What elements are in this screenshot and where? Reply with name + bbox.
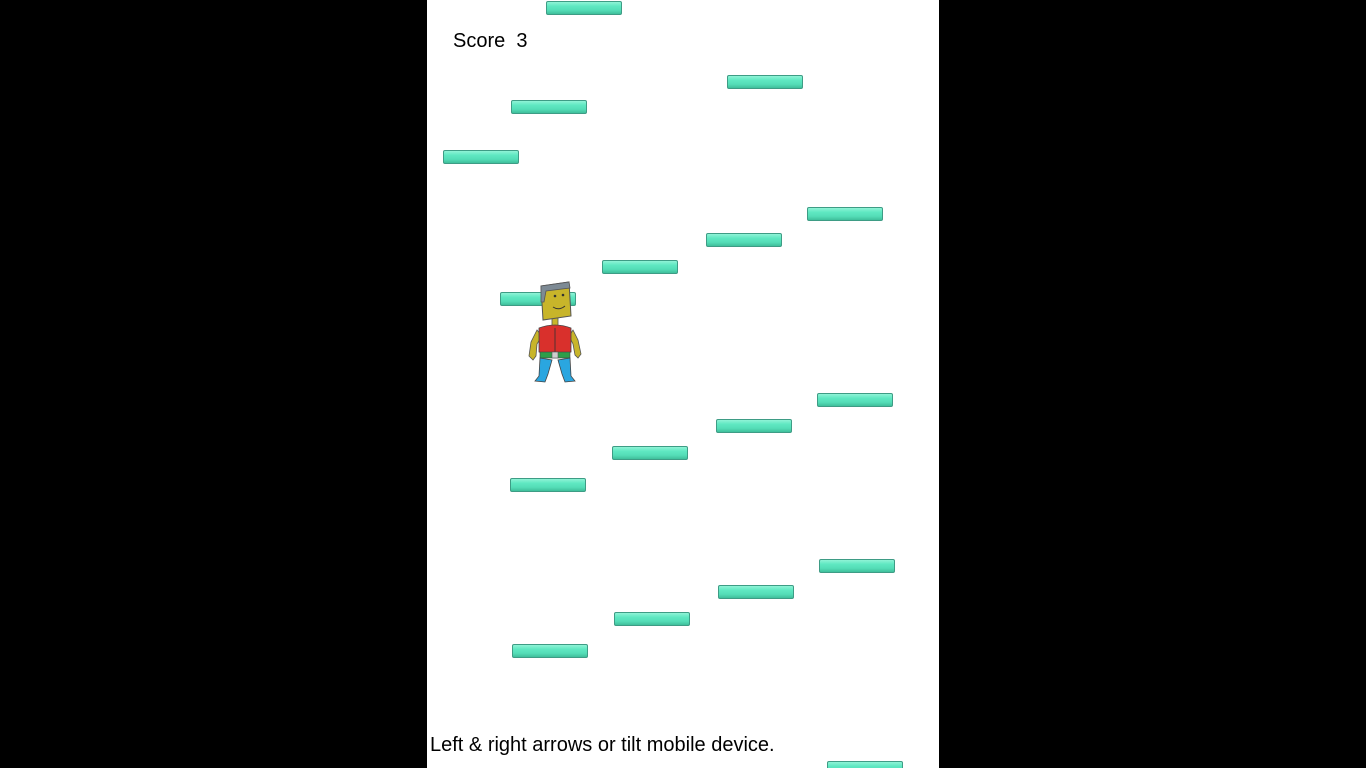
platform <box>706 233 782 247</box>
score-display: Score 3 <box>453 30 528 52</box>
platform <box>546 1 622 15</box>
platform <box>827 761 903 768</box>
platform <box>819 559 895 573</box>
platform <box>511 100 587 114</box>
platform <box>807 207 883 221</box>
platform <box>443 150 519 164</box>
platform <box>602 260 678 274</box>
platform <box>612 446 688 460</box>
platform <box>727 75 803 89</box>
platform <box>510 478 586 492</box>
platform <box>614 612 690 626</box>
platform <box>817 393 893 407</box>
platform <box>512 644 588 658</box>
player-character <box>528 281 582 383</box>
platform <box>716 419 792 433</box>
platform <box>718 585 794 599</box>
game-area[interactable]: Score 3 Left & right arrows or tilt mobi… <box>427 0 939 768</box>
controls-instructions: Left & right arrows or tilt mobile devic… <box>430 734 775 756</box>
